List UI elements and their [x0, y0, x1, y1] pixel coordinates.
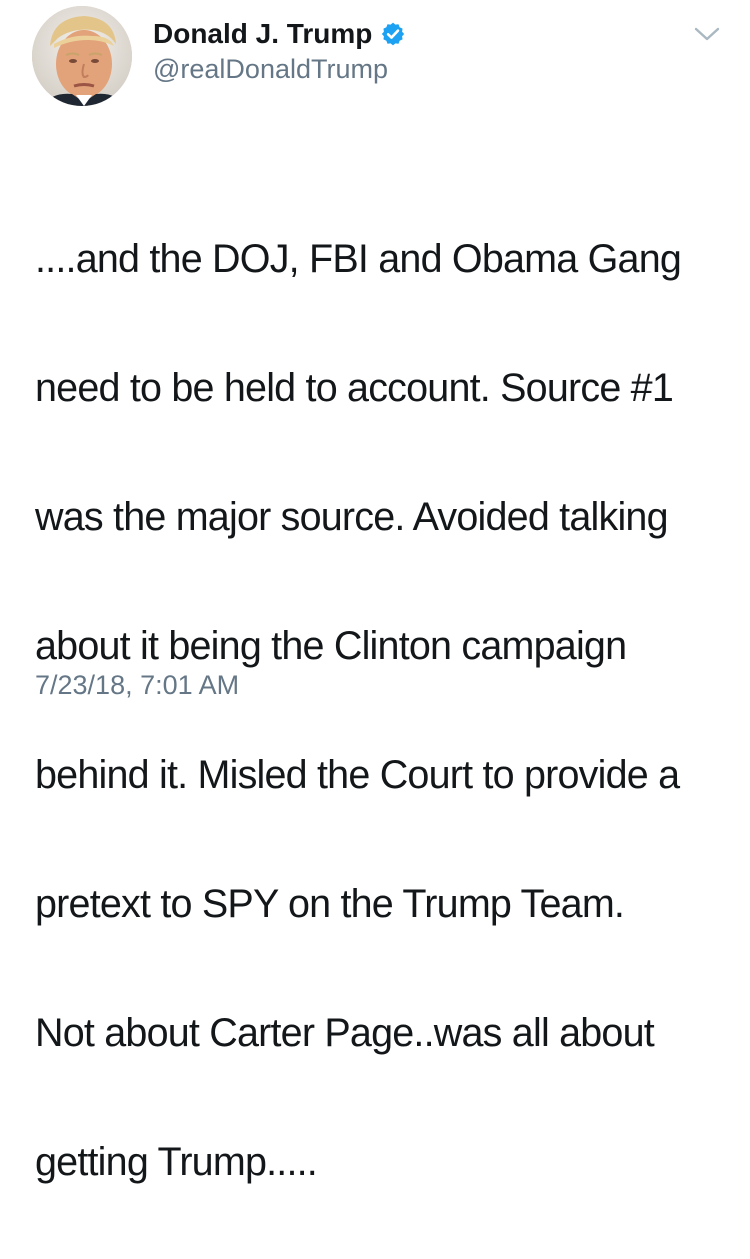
- avatar[interactable]: [32, 6, 132, 106]
- tweet-text-line: need to be held to account. Source #1: [35, 365, 674, 410]
- tweet-text-line: getting Trump.....: [35, 1139, 318, 1184]
- user-handle[interactable]: @realDonaldTrump: [153, 54, 388, 85]
- display-name[interactable]: Donald J. Trump: [153, 18, 372, 50]
- name-row: Donald J. Trump: [153, 16, 406, 52]
- tweet-text-line: behind it. Misled the Court to provide a: [35, 752, 680, 797]
- avatar-image: [32, 6, 132, 106]
- tweet-text-line: was the major source. Avoided talking: [35, 494, 669, 539]
- tweet-text-line: ....and the DOJ, FBI and Obama Gang: [35, 236, 682, 281]
- tweet-card: Donald J. Trump @realDonaldTrump ....and…: [0, 0, 750, 1184]
- tweet-timestamp[interactable]: 7/23/18, 7:01 AM: [35, 670, 239, 701]
- chevron-down-icon[interactable]: [693, 24, 721, 44]
- verified-badge-icon: [380, 21, 406, 47]
- tweet-text: ....and the DOJ, FBI and Obama Gang need…: [35, 162, 735, 1259]
- tweet-text-line: Not about Carter Page..was all about: [35, 1010, 655, 1055]
- tweet-text-line: pretext to SPY on the Trump Team.: [35, 881, 625, 926]
- tweet-text-line: about it being the Clinton campaign: [35, 623, 627, 668]
